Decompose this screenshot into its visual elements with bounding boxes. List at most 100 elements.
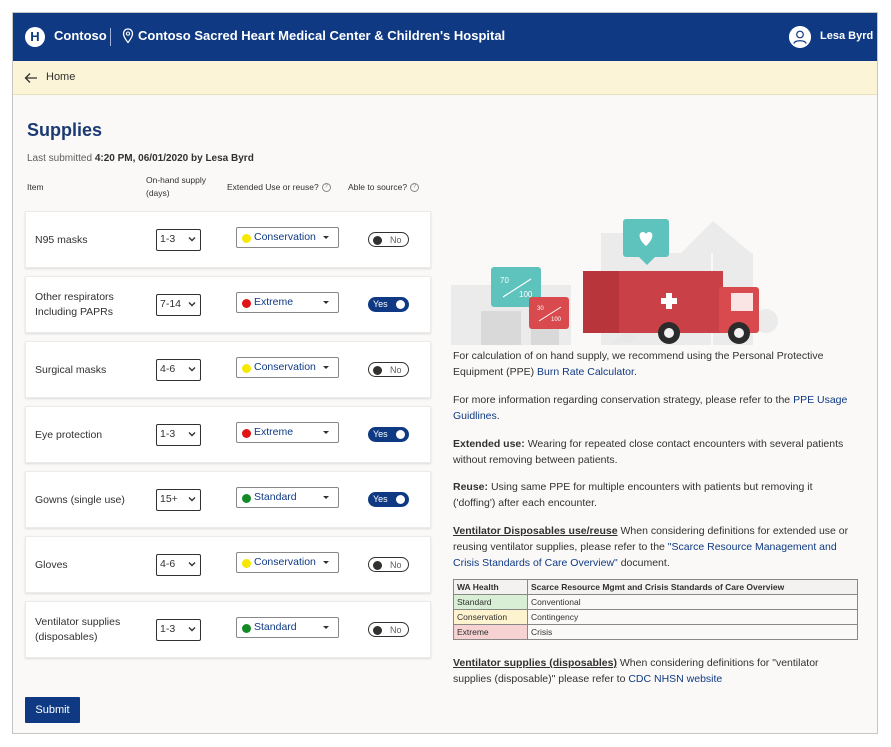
chevron-down-icon xyxy=(188,627,196,632)
toggle-knob xyxy=(373,561,382,570)
column-header-on-hand-line2: (days) xyxy=(146,188,170,198)
toggle-label: No xyxy=(390,364,402,375)
page-title: Supplies xyxy=(27,120,103,140)
supply-row: Other respirators Including PAPRs 7-14 Extr… xyxy=(25,276,431,333)
legend-header-row: WA Health Scarce Resource Mgmt and Crisi… xyxy=(453,579,858,595)
level-value: Standard xyxy=(254,491,297,503)
extended-use-paragraph: Extended use: Wearing for repeated close… xyxy=(453,436,853,468)
brand-name[interactable]: Contoso xyxy=(54,28,107,43)
legend-row: Conservation Contingency xyxy=(453,609,858,625)
level-dropdown[interactable]: Standard xyxy=(236,617,339,638)
top-bar: H Contoso Contoso Sacred Heart Medical C… xyxy=(13,13,877,61)
extended-use-term: Extended use: xyxy=(453,438,525,450)
burn-rate-text: For calculation of on hand supply, we re… xyxy=(453,350,824,378)
last-submitted-value: 4:20 PM, 06/01/2020 by Lesa Byrd xyxy=(94,153,254,164)
days-select[interactable]: 1-3 xyxy=(156,619,201,641)
caret-down-icon xyxy=(323,431,329,434)
days-select[interactable]: 4-6 xyxy=(156,554,201,576)
level-status-dot xyxy=(242,234,251,243)
caret-down-icon xyxy=(323,236,329,239)
user-name[interactable]: Lesa Byrd xyxy=(820,30,873,42)
delivery-truck-illustration: 70 100 30 100 xyxy=(451,219,778,345)
toggle-label: Yes xyxy=(373,428,388,439)
level-value: Conservation xyxy=(254,231,316,243)
item-name-line2: Including PAPRs xyxy=(35,306,114,318)
legend-header-cell: Scarce Resource Mgmt and Crisis Standard… xyxy=(527,579,858,595)
days-select[interactable]: 1-3 xyxy=(156,229,201,251)
badge1-top: 70 xyxy=(500,276,509,285)
item-name: Ventilator supplies (disposables) xyxy=(35,615,120,645)
level-dropdown[interactable]: Conservation xyxy=(236,227,339,248)
back-arrow-icon[interactable] xyxy=(24,71,38,85)
level-value: Standard xyxy=(254,621,297,633)
level-dropdown[interactable]: Conservation xyxy=(236,552,339,573)
toggle-knob xyxy=(373,626,382,635)
user-avatar-icon[interactable] xyxy=(789,26,811,48)
able-to-source-toggle[interactable]: Yes xyxy=(368,427,409,442)
info-icon[interactable]: ? xyxy=(410,183,420,193)
ventilator-reuse-paragraph: Ventilator Disposables use/reuse When co… xyxy=(453,523,853,571)
info-icon[interactable]: ? xyxy=(321,183,331,193)
level-dropdown[interactable]: Conservation xyxy=(236,357,339,378)
toggle-knob xyxy=(396,300,405,309)
badge2-top: 30 xyxy=(537,306,544,312)
levels-legend-table: WA Health Scarce Resource Mgmt and Crisi… xyxy=(453,579,858,640)
item-name-line1: Eye protection xyxy=(35,429,103,441)
days-select[interactable]: 7-14 xyxy=(156,294,201,316)
cdc-nhsn-link[interactable]: CDC NHSN website xyxy=(628,673,722,685)
item-name-line1: Other respirators xyxy=(35,291,114,303)
toggle-knob xyxy=(373,366,382,375)
chevron-down-icon xyxy=(188,237,196,242)
chevron-down-icon xyxy=(188,432,196,437)
item-name-line1: Ventilator supplies xyxy=(35,616,121,628)
conservation-text: For more information regarding conservat… xyxy=(453,394,791,406)
last-submitted-text: Last submitted 4:20 PM, 06/01/2020 by Le… xyxy=(27,153,254,164)
legend-meaning-cell: Contingency xyxy=(527,609,858,625)
days-value: 7-14 xyxy=(160,298,182,310)
chevron-down-icon xyxy=(188,367,196,372)
level-value: Extreme xyxy=(254,296,294,308)
caret-down-icon xyxy=(323,366,329,369)
toggle-label: No xyxy=(390,624,402,635)
level-dropdown[interactable]: Extreme xyxy=(236,292,339,313)
chat-badge-2: 30 100 xyxy=(529,297,569,329)
column-header-extended-label: Extended Use or reuse? xyxy=(227,182,319,192)
submit-button[interactable]: Submit xyxy=(25,697,80,723)
level-dropdown[interactable]: Standard xyxy=(236,487,339,508)
column-header-on-hand: On-hand supply (days) xyxy=(146,174,206,200)
supply-row: Ventilator supplies (disposables) 1-3 Stand… xyxy=(25,601,431,658)
burn-rate-link[interactable]: Burn Rate Calculator xyxy=(537,366,634,378)
days-value: 1-3 xyxy=(160,233,176,245)
legend-level-cell: Standard xyxy=(453,594,528,610)
burn-rate-paragraph: For calculation of on hand supply, we re… xyxy=(453,350,824,378)
item-name-line1: Gowns (single use) xyxy=(35,494,125,506)
days-value: 15+ xyxy=(160,493,178,505)
days-select[interactable]: 4-6 xyxy=(156,359,201,381)
column-header-extended: Extended Use or reuse?? xyxy=(227,181,331,194)
facility-name[interactable]: Contoso Sacred Heart Medical Center & Ch… xyxy=(138,28,505,43)
item-name: Gloves xyxy=(35,558,68,573)
able-to-source-toggle[interactable]: No xyxy=(368,557,409,572)
level-dropdown[interactable]: Extreme xyxy=(236,422,339,443)
days-select[interactable]: 1-3 xyxy=(156,424,201,446)
able-to-source-toggle[interactable]: No xyxy=(368,232,409,247)
level-status-dot xyxy=(242,494,251,503)
header-divider xyxy=(110,28,111,46)
days-value: 4-6 xyxy=(160,363,176,375)
legend-row: Extreme Crisis xyxy=(453,624,858,640)
legend-level-cell: Extreme xyxy=(453,624,528,640)
supply-row: Eye protection 1-3 Extreme Yes xyxy=(25,406,431,463)
legend-level-cell: Conservation xyxy=(453,609,528,625)
able-to-source-toggle[interactable]: No xyxy=(368,622,409,637)
able-to-source-toggle[interactable]: No xyxy=(368,362,409,377)
able-to-source-toggle[interactable]: Yes xyxy=(368,492,409,507)
app-frame: H Contoso Contoso Sacred Heart Medical C… xyxy=(12,12,878,734)
hospital-logo-icon[interactable]: H xyxy=(25,27,45,47)
days-select[interactable]: 15+ xyxy=(156,489,201,511)
legend-meaning-cell: Crisis xyxy=(527,624,858,640)
legend-row: Standard Conventional xyxy=(453,594,858,610)
chevron-down-icon xyxy=(188,497,196,502)
home-link[interactable]: Home xyxy=(46,71,75,83)
able-to-source-toggle[interactable]: Yes xyxy=(368,297,409,312)
level-status-dot xyxy=(242,429,251,438)
